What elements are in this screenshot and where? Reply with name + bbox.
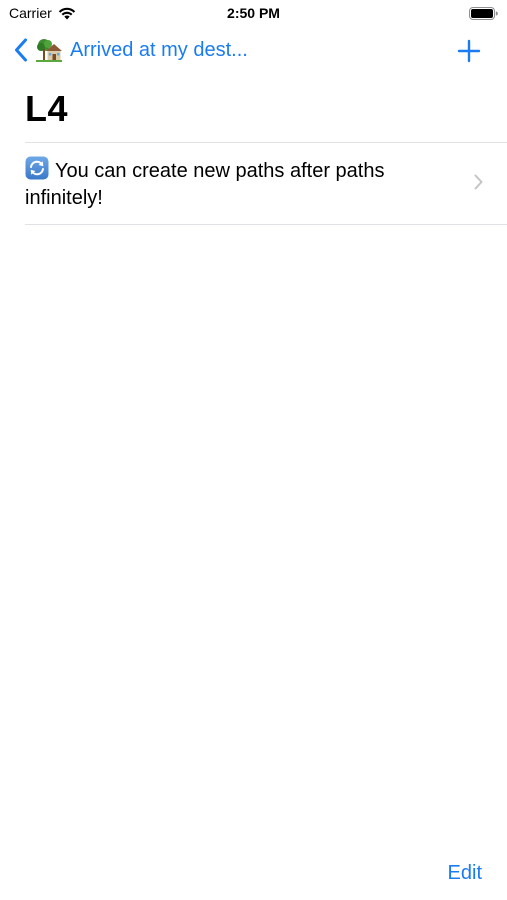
screen: Carrier 2:50 PM Arrived at my dest... L4…: [0, 0, 507, 900]
status-bar: Carrier 2:50 PM: [0, 0, 507, 28]
page-title: L4: [25, 88, 69, 129]
back-button-label: Arrived at my dest...: [70, 38, 248, 61]
paths-list: You can create new paths after paths inf…: [25, 142, 507, 225]
navigation-bar: Arrived at my dest...: [0, 30, 507, 74]
list-item-label: You can create new paths after paths inf…: [25, 160, 385, 209]
add-button[interactable]: [457, 39, 481, 63]
chevron-left-icon: [14, 38, 28, 62]
chevron-right-icon: [474, 174, 483, 190]
status-time: 2:50 PM: [227, 5, 280, 21]
list-item-text: You can create new paths after paths inf…: [25, 156, 447, 212]
list-item[interactable]: You can create new paths after paths inf…: [25, 143, 507, 224]
edit-button[interactable]: Edit: [448, 862, 482, 885]
plus-icon: [457, 39, 481, 63]
house-with-tree-icon: [36, 38, 62, 62]
refresh-icon: [25, 156, 49, 180]
divider: [25, 224, 507, 225]
battery-icon: [469, 7, 498, 25]
back-button[interactable]: Arrived at my dest...: [14, 38, 248, 62]
